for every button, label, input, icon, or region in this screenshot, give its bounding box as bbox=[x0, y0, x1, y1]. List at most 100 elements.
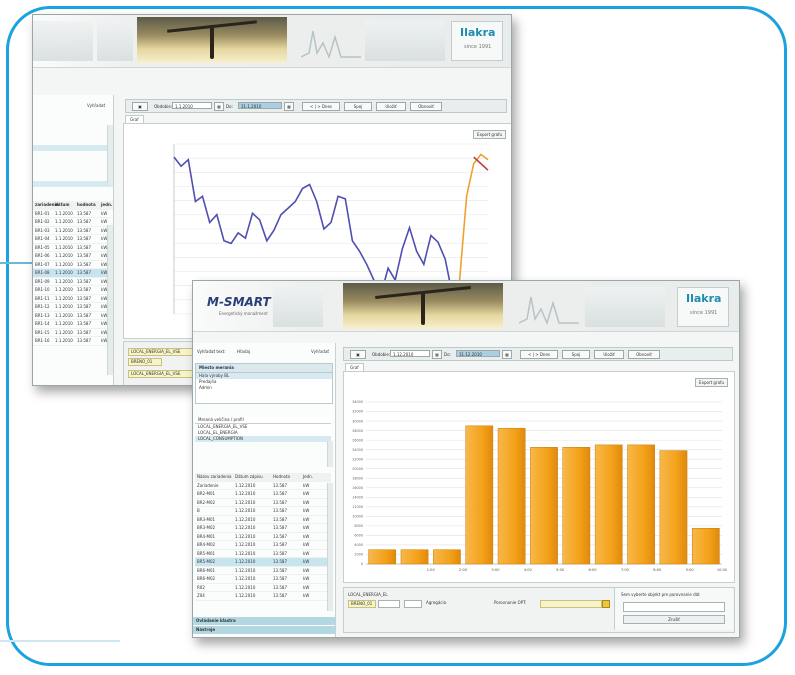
table-cell: 1.1.2010 bbox=[55, 253, 73, 258]
refresh-button[interactable]: Obnoviť bbox=[410, 102, 442, 111]
panel-title[interactable]: Nástroje bbox=[193, 626, 335, 634]
value-input[interactable] bbox=[378, 600, 400, 608]
connect-button[interactable]: Spoj bbox=[344, 102, 372, 111]
list-item[interactable] bbox=[33, 145, 113, 151]
table-row[interactable]: BR1-16 1.1.2010 13.587 kW bbox=[33, 337, 113, 346]
table-cell: 13.587 bbox=[273, 533, 287, 539]
table-row[interactable]: BR1-06 1.1.2010 13.587 kW bbox=[33, 252, 113, 261]
calendar-icon[interactable]: ▦ bbox=[284, 102, 294, 111]
table-cell: BR1-05 bbox=[35, 244, 50, 250]
compare-input[interactable] bbox=[623, 602, 725, 612]
table-cell: 13.587 bbox=[273, 499, 287, 505]
table-cell: 1.1.2010 bbox=[55, 329, 73, 335]
tick-label: 32000 bbox=[352, 410, 363, 414]
table-row[interactable]: BR1-03 1.1.2010 13.587 kW bbox=[33, 227, 113, 235]
scrollbar[interactable] bbox=[327, 441, 333, 467]
table-cell: 13.587 bbox=[77, 338, 91, 343]
table-row[interactable]: BR2-M02 1.12.2010 13.587 kW bbox=[195, 499, 331, 507]
banner-image bbox=[273, 287, 323, 327]
frame-shadow bbox=[0, 640, 120, 642]
parameter-field[interactable]: LOCAL_ENERGIA_EL_VSE bbox=[128, 348, 196, 356]
to-date-input[interactable]: 31.12.2010 bbox=[456, 350, 500, 357]
tick-label: 8000 bbox=[354, 524, 363, 528]
table-row[interactable]: BR6-M01 1.12.2010 13.587 kW bbox=[195, 567, 331, 575]
bar bbox=[433, 549, 461, 565]
table-cell: BR6-M01 bbox=[197, 567, 216, 573]
table-row[interactable]: BR4-M01 1.12.2010 13.587 kW bbox=[195, 533, 331, 541]
table-cell: kW bbox=[303, 491, 310, 496]
save-button[interactable]: Uložiť bbox=[594, 350, 624, 359]
list-item[interactable]: LOCAL_CONSUMPTION bbox=[195, 436, 331, 442]
table-cell: 1.1.2010 bbox=[55, 287, 73, 292]
scrollbar[interactable] bbox=[327, 483, 333, 611]
tick-label: 6000 bbox=[354, 534, 363, 538]
table-cell: BR4-M02 bbox=[197, 542, 216, 547]
connect-button[interactable]: Spoj bbox=[562, 350, 590, 359]
table-row[interactable]: BR1-01 1.1.2010 13.587 kW bbox=[33, 210, 113, 218]
table-row[interactable]: BR4-M02 1.12.2010 13.587 kW bbox=[195, 541, 331, 550]
table-row[interactable]: R02 1.12.2010 13.587 kW bbox=[195, 584, 331, 592]
calendar-icon[interactable]: ▦ bbox=[502, 350, 512, 359]
navigation-buttons[interactable]: < | > Dnes bbox=[302, 102, 340, 111]
x-tick-label: 8:00 bbox=[653, 568, 662, 572]
table-cell: 1.1.2010 bbox=[55, 304, 73, 309]
comparison-field[interactable] bbox=[540, 600, 602, 608]
table-row[interactable]: Zariadenie 1.12.2010 13.587 kW bbox=[195, 482, 331, 490]
tick-label: 2000 bbox=[354, 553, 363, 557]
to-date-input[interactable]: 31.1.2010 bbox=[238, 102, 282, 109]
from-date-input[interactable]: 1.1.2010 bbox=[172, 102, 212, 109]
save-button[interactable]: Uložiť bbox=[376, 102, 406, 111]
bar bbox=[627, 444, 655, 565]
table-row[interactable]: BR3-M02 1.12.2010 13.587 kW bbox=[195, 524, 331, 533]
table-row[interactable]: BR1-04 1.1.2010 13.587 kW bbox=[33, 235, 113, 244]
tab-graph[interactable]: Graf bbox=[345, 363, 364, 371]
table-row[interactable]: BR5-M02 1.12.2010 13.587 kW bbox=[195, 558, 331, 567]
device-field[interactable]: BRENO_01 bbox=[128, 358, 162, 366]
search-input[interactable]: Hľadaj bbox=[237, 349, 250, 354]
table-row[interactable]: BR1-11 1.1.2010 13.587 kW bbox=[33, 295, 113, 303]
table-row[interactable]: BR1-09 1.1.2010 13.587 kW bbox=[33, 278, 113, 286]
table-row[interactable]: BR1-08 1.1.2010 13.587 kW bbox=[33, 269, 113, 278]
table-row[interactable]: BR1-05 1.1.2010 13.587 kW bbox=[33, 244, 113, 252]
dropdown-arrow-icon[interactable] bbox=[602, 600, 610, 608]
table-row[interactable]: BR2-M01 1.12.2010 13.587 kW bbox=[195, 490, 331, 499]
print-icon[interactable]: ▣ bbox=[350, 350, 366, 359]
search-button[interactable]: Vyhľadať bbox=[311, 349, 329, 354]
cancel-button[interactable]: Zrušiť bbox=[623, 615, 725, 624]
scrollbar[interactable] bbox=[107, 225, 113, 375]
tab-graph[interactable]: Graf bbox=[125, 115, 144, 123]
table-row[interactable]: BR1-15 1.1.2010 13.587 kW bbox=[33, 329, 113, 337]
to-label: Do: bbox=[444, 352, 451, 357]
table-cell: 1.1.2010 bbox=[55, 210, 73, 216]
table-row[interactable]: BR1-12 1.1.2010 13.587 kW bbox=[33, 303, 113, 312]
table-row[interactable]: BR1-02 1.1.2010 13.587 kW bbox=[33, 218, 113, 227]
panel-title[interactable]: Ovládanie klastra bbox=[193, 617, 335, 625]
table-cell: 1.1.2010 bbox=[55, 227, 73, 233]
series-line-2 bbox=[458, 153, 489, 282]
navigation-buttons[interactable]: < | > Dnes bbox=[520, 350, 558, 359]
device-field[interactable]: BRENO_01 bbox=[348, 600, 376, 608]
refresh-button[interactable]: Obnoviť bbox=[628, 350, 660, 359]
grid-header: zariadenie dátum hodnota jedn. bbox=[33, 201, 113, 210]
table-row[interactable]: BR1-10 1.1.2010 13.587 kW bbox=[33, 286, 113, 295]
calendar-icon[interactable]: ▦ bbox=[214, 102, 224, 111]
table-row[interactable]: BR5-M01 1.12.2010 13.587 kW bbox=[195, 550, 331, 558]
parameter-field[interactable]: LOCAL_ENERGIA_EL_VSE bbox=[128, 370, 196, 378]
list-item[interactable] bbox=[33, 181, 113, 187]
table-row[interactable]: Z04 1.12.2010 13.587 kW bbox=[195, 592, 331, 601]
from-date-input[interactable]: 1.12.2010 bbox=[390, 350, 430, 357]
calendar-icon[interactable]: ▦ bbox=[432, 350, 442, 359]
table-row[interactable]: B 1.12.2010 13.587 kW bbox=[195, 507, 331, 516]
table-row[interactable]: BR1-13 1.1.2010 13.587 kW bbox=[33, 312, 113, 320]
table-cell: 13.587 bbox=[77, 219, 91, 224]
table-row[interactable]: BR1-14 1.1.2010 13.587 kW bbox=[33, 320, 113, 329]
table-cell: BR1-01 bbox=[35, 210, 50, 216]
print-icon[interactable]: ▣ bbox=[132, 102, 148, 111]
scrollbar[interactable] bbox=[107, 125, 113, 185]
table-row[interactable]: BR1-07 1.1.2010 13.587 kW bbox=[33, 261, 113, 269]
table-row[interactable]: BR6-M02 1.12.2010 13.587 kW bbox=[195, 575, 331, 584]
value-input[interactable] bbox=[404, 600, 422, 608]
bar bbox=[368, 549, 397, 565]
table-row[interactable]: BR3-M01 1.12.2010 13.587 kW bbox=[195, 516, 331, 524]
back-data-grid: zariadenie dátum hodnota jedn. BR1-01 1.1… bbox=[33, 201, 113, 346]
